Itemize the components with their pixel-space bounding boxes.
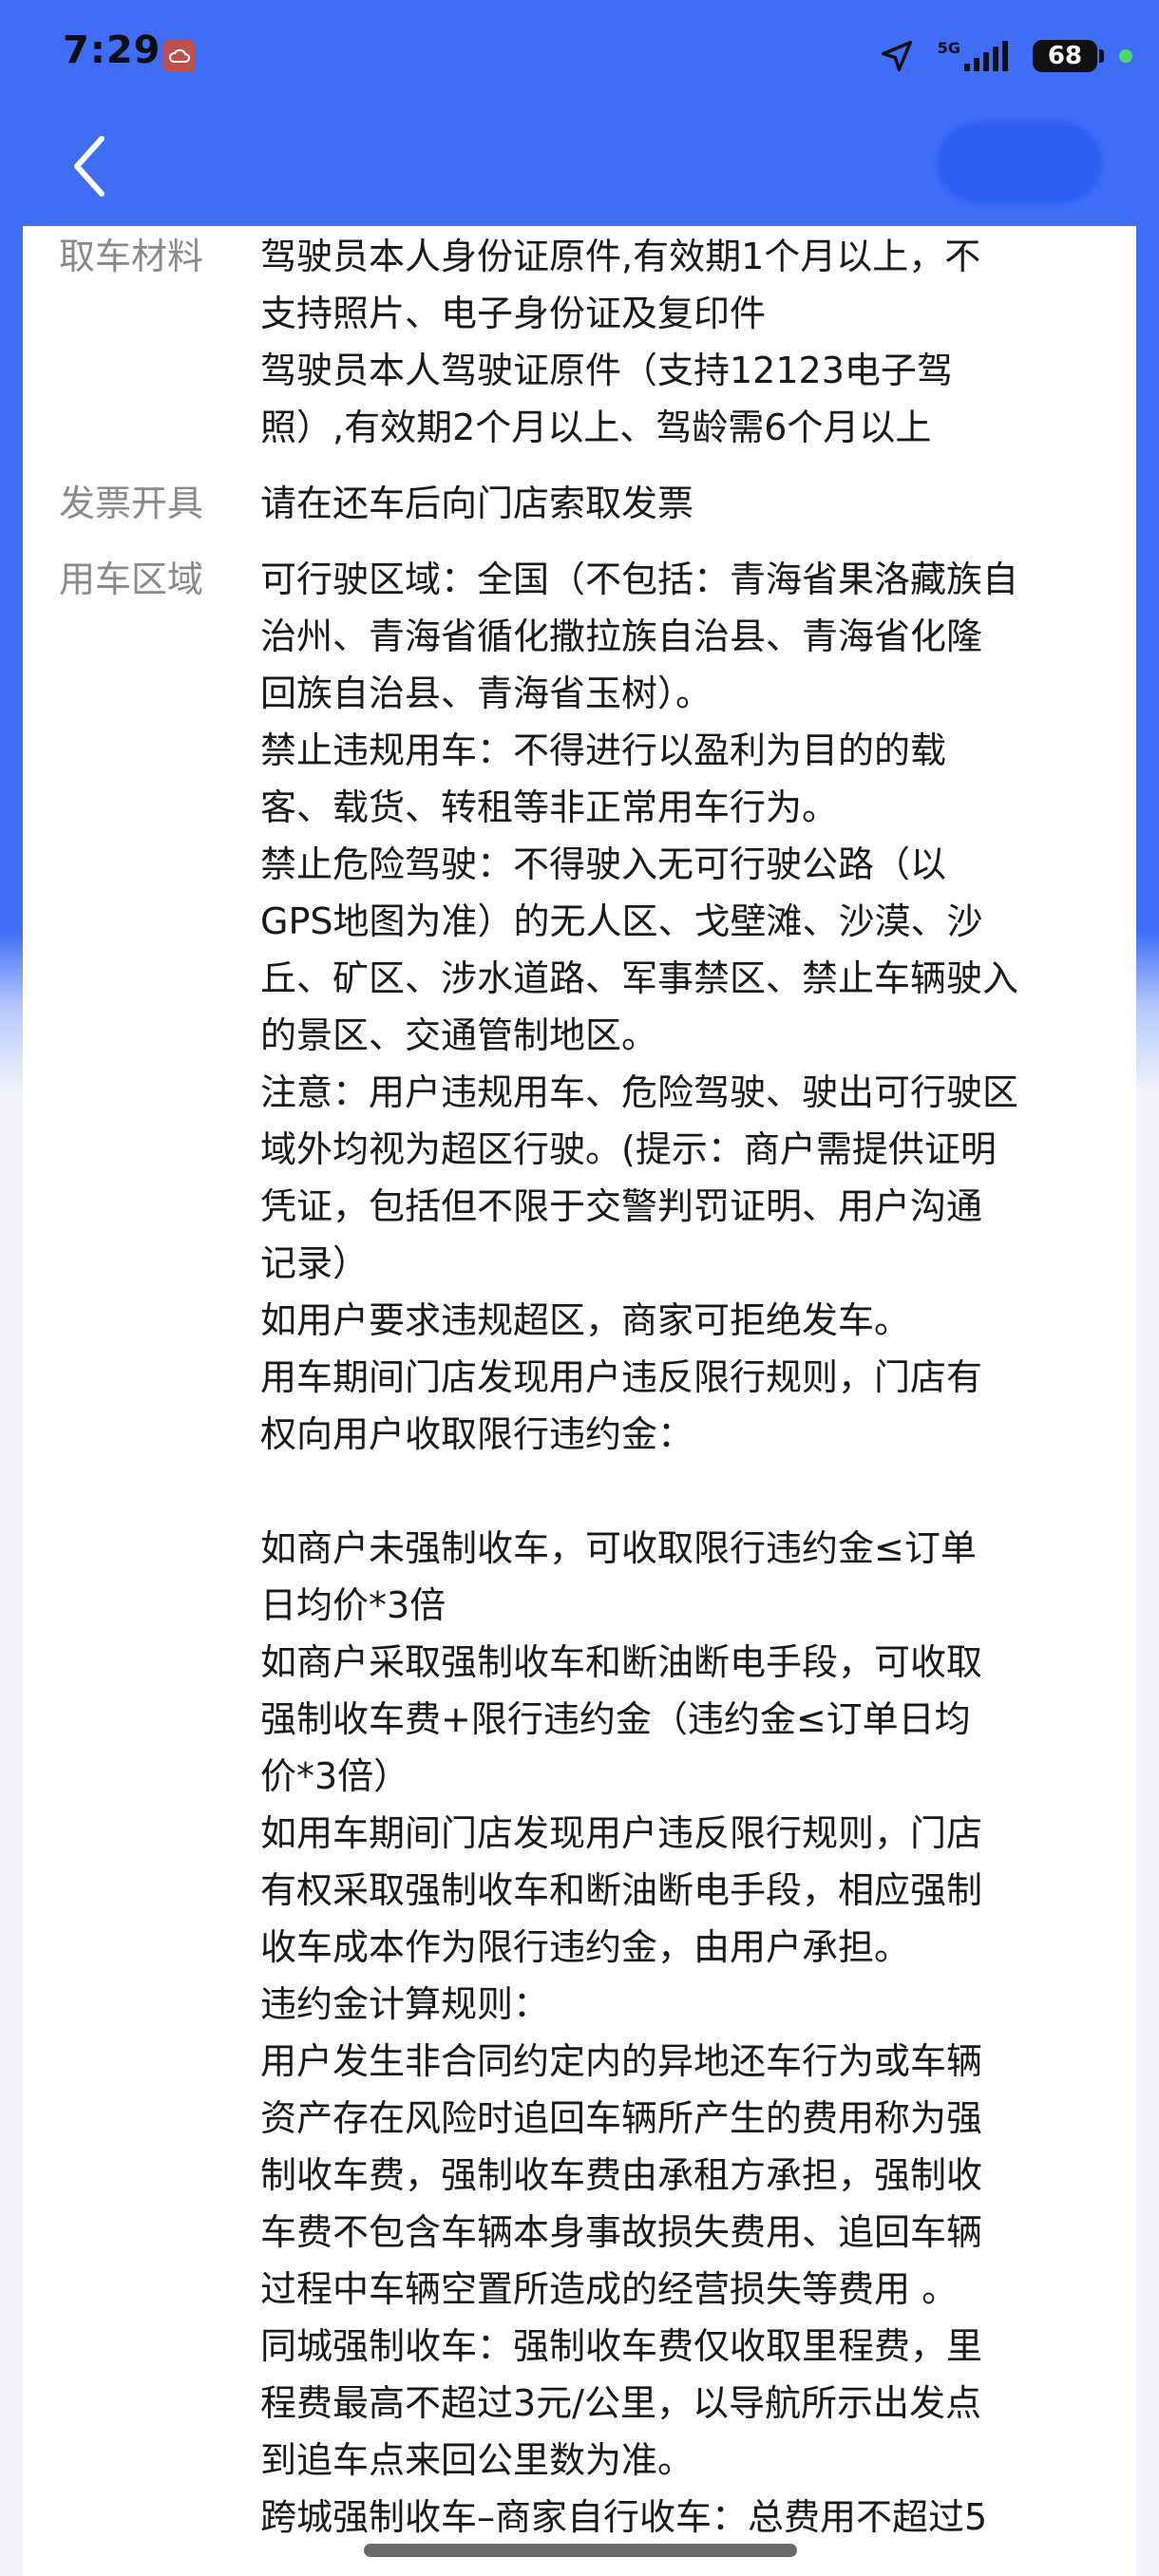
content-line: 收车成本作为限行违约金，由用户承担。 bbox=[260, 1926, 911, 1968]
content-line: 凭证，包括但不限于交警判罚证明、用户沟通 bbox=[260, 1185, 983, 1227]
content-line: 权向用户收取限行违约金： bbox=[260, 1413, 694, 1455]
screen: 7:29 5G 68 取车材料 驾驶员本人身份证原件,有效期1个月以上，不 支持… bbox=[0, 0, 1159, 2576]
battery-icon: 68 bbox=[1033, 40, 1097, 72]
content-line: 支持照片、电子身份证及复印件 bbox=[260, 293, 767, 334]
status-time: 7:29 bbox=[63, 28, 162, 72]
content-line: 程费最高不超过3元/公里，以导航所示出发点 bbox=[260, 2382, 981, 2424]
content-line: 强制收车费+限行违约金（违约金≤订单日均 bbox=[260, 1698, 971, 1740]
header-action-button[interactable] bbox=[937, 122, 1102, 203]
content-line: 域外均视为超区行驶。(提示：商户需提供证明 bbox=[260, 1128, 997, 1170]
content-line: 请在还车后向门店索取发票 bbox=[260, 483, 694, 524]
section-pickup-materials: 取车材料 驾驶员本人身份证原件,有效期1个月以上，不 支持照片、电子身份证及复印… bbox=[23, 228, 1136, 456]
content-line: 违约金计算规则： bbox=[260, 1983, 550, 2025]
content-line: 过程中车辆空置所造成的经营损失等费用 。 bbox=[260, 2268, 959, 2310]
content-line: 照）,有效期2个月以上、驾龄需6个月以上 bbox=[260, 407, 932, 448]
section-label: 用车区域 bbox=[59, 559, 204, 600]
content-line: 驾驶员本人驾驶证原件（支持12123电子驾 bbox=[260, 350, 953, 391]
content-line: 禁止违规用车：不得进行以盈利为目的的载 bbox=[260, 729, 947, 771]
content-line: GPS地图为准）的无人区、戈壁滩、沙漠、沙 bbox=[260, 900, 983, 942]
back-button[interactable] bbox=[55, 123, 122, 209]
content-line: 可行驶区域：全国（不包括：青海省果洛藏族自 bbox=[260, 559, 1019, 600]
privacy-indicator-dot bbox=[1119, 49, 1132, 63]
section-label: 取车材料 bbox=[59, 236, 204, 277]
content-line: 同城强制收车：强制收车费仅收取里程费，里 bbox=[260, 2325, 983, 2367]
section-invoice: 发票开具 请在还车后向门店索取发票 bbox=[23, 475, 1136, 532]
content-line: 如用车期间门店发现用户违反限行规则，门店 bbox=[260, 1812, 983, 1854]
signal-bars-icon bbox=[964, 41, 1012, 71]
content-line: 日均价*3倍 bbox=[260, 1584, 446, 1626]
content-line: 禁止危险驾驶：不得驶入无可行驶公路（以 bbox=[260, 843, 947, 885]
content-line: 跨城强制收车–商家自行收车：总费用不超过5 bbox=[260, 2496, 988, 2538]
battery-tip bbox=[1099, 49, 1104, 63]
content-line: 如用户要求违规超区，商家可拒绝发车。 bbox=[260, 1299, 911, 1341]
content-line: 回族自治县、青海省玉树）。 bbox=[260, 672, 712, 714]
rules-card: 取车材料 驾驶员本人身份证原件,有效期1个月以上，不 支持照片、电子身份证及复印… bbox=[23, 226, 1136, 2576]
content-line: 车费不包含车辆本身事故损失费用、追回车辆 bbox=[260, 2211, 983, 2253]
content-line: 到追车点来回公里数为准。 bbox=[260, 2439, 694, 2481]
content-line: 用户发生非合同约定内的异地还车行为或车辆 bbox=[260, 2040, 983, 2082]
home-indicator[interactable] bbox=[364, 2544, 797, 2557]
content-line: 驾驶员本人身份证原件,有效期1个月以上，不 bbox=[260, 236, 981, 277]
network-type: 5G bbox=[937, 39, 960, 57]
status-bar: 7:29 5G 68 bbox=[0, 0, 1159, 114]
content-line: 制收车费，强制收车费由承租方承担，强制收 bbox=[260, 2154, 983, 2196]
section-content: 可行驶区域：全国（不包括：青海省果洛藏族自 治州、青海省循化撒拉族自治县、青海省… bbox=[260, 551, 1115, 2546]
status-icons: 5G 68 bbox=[879, 32, 1132, 80]
content-line: 如商户采取强制收车和断油断电手段，可收取 bbox=[260, 1641, 983, 1683]
section-content: 驾驶员本人身份证原件,有效期1个月以上，不 支持照片、电子身份证及复印件 驾驶员… bbox=[260, 228, 1115, 456]
content-line: 如商户未强制收车，可收取限行违约金≤订单 bbox=[260, 1527, 977, 1569]
location-arrow-icon bbox=[879, 38, 915, 74]
section-driving-area: 用车区域 可行驶区域：全国（不包括：青海省果洛藏族自 治州、青海省循化撒拉族自治… bbox=[23, 551, 1136, 2546]
content-line: 有权采取强制收车和断油断电手段，相应强制 bbox=[260, 1869, 983, 1911]
content-line: 价*3倍） bbox=[260, 1755, 410, 1797]
section-content: 请在还车后向门店索取发票 bbox=[260, 475, 1115, 532]
content-line: 丘、矿区、涉水道路、军事禁区、禁止车辆驶入 bbox=[260, 957, 1019, 999]
cloud-icon bbox=[163, 40, 196, 72]
content-line: 客、载货、转租等非正常用车行为。 bbox=[260, 786, 839, 828]
content-line: 的景区、交通管制地区。 bbox=[260, 1014, 658, 1056]
battery-level: 68 bbox=[1047, 42, 1083, 70]
back-chevron-icon bbox=[74, 136, 104, 197]
content-line: 记录） bbox=[260, 1242, 370, 1284]
content-line: 注意：用户违规用车、危险驾驶、驶出可行驶区 bbox=[260, 1071, 1019, 1113]
content-line: 资产存在风险时追回车辆所产生的费用称为强 bbox=[260, 2097, 983, 2139]
section-label: 发票开具 bbox=[59, 483, 204, 524]
content-line: 用车期间门店发现用户违反限行规则，门店有 bbox=[260, 1356, 983, 1398]
content-line bbox=[260, 1463, 1115, 1520]
nav-header bbox=[0, 114, 1159, 226]
content-line: 治州、青海省循化撒拉族自治县、青海省化隆 bbox=[260, 616, 983, 657]
